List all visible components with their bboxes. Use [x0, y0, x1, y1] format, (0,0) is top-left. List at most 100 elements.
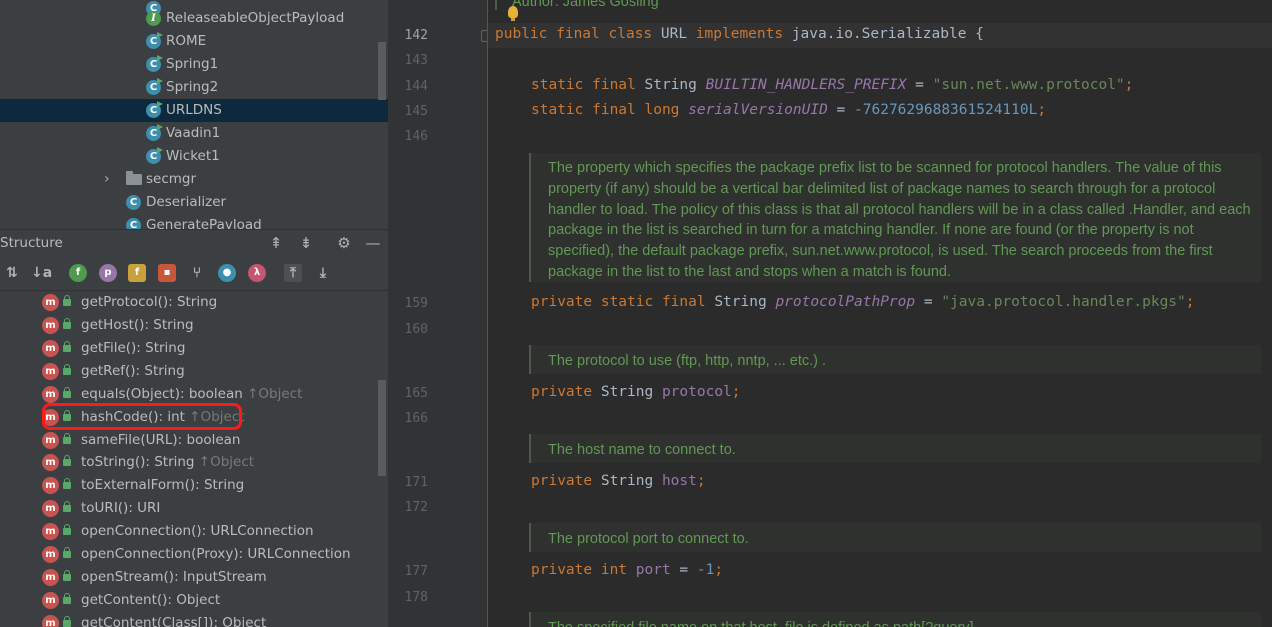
show-anonymous-icon[interactable]: ●: [218, 264, 236, 282]
tree-item-releaseableobjectpayload[interactable]: I ReleaseableObjectPayload: [0, 7, 388, 30]
javadoc-protocol: The protocol to use (ftp, http, nntp, ..…: [529, 345, 1261, 374]
line-number: 144: [404, 79, 428, 94]
line-number: 178: [404, 590, 428, 605]
tree-item-generatepayload[interactable]: C GeneratePayload: [0, 214, 388, 229]
list-item[interactable]: m openConnection(Proxy): URLConnection: [0, 543, 388, 566]
list-item[interactable]: m toExternalForm(): String: [0, 474, 388, 497]
method-icon: m: [42, 546, 59, 563]
list-item[interactable]: m getRef(): String: [0, 360, 388, 383]
chevron-right-icon[interactable]: ›: [104, 168, 110, 191]
show-fields-filter-icon[interactable]: f: [128, 264, 146, 282]
class-icon: C: [146, 78, 163, 95]
line-number: 159: [404, 296, 428, 311]
public-lock-icon: [63, 364, 71, 375]
class-icon: C: [146, 147, 163, 164]
tree-item-wicket1[interactable]: C Wicket1: [0, 145, 388, 168]
collapse-all-icon[interactable]: ⇟: [297, 234, 315, 252]
project-scrollbar[interactable]: [378, 42, 386, 100]
list-item[interactable]: m getContent(): Object: [0, 589, 388, 612]
method-icon: m: [42, 477, 59, 494]
method-icon: m: [42, 523, 59, 540]
public-lock-icon: [63, 387, 71, 398]
method-icon: m: [42, 294, 59, 311]
public-lock-icon: [63, 455, 71, 466]
line-number: 160: [404, 322, 428, 337]
list-item[interactable]: m getHost(): String: [0, 314, 388, 337]
structure-list: m getProtocol(): String m getHost(): Strin…: [0, 291, 388, 627]
method-icon: m: [42, 569, 59, 586]
tree-item-spring1[interactable]: C Spring1: [0, 53, 388, 76]
method-icon: m: [42, 317, 59, 334]
class-icon: C: [146, 101, 163, 118]
list-item[interactable]: m openStream(): InputStream: [0, 566, 388, 589]
list-item[interactable]: m getProtocol(): String: [0, 291, 388, 314]
gear-icon[interactable]: ⚙: [335, 234, 353, 252]
lightbulb-icon[interactable]: [508, 6, 518, 21]
list-item[interactable]: m getFile(): String: [0, 337, 388, 360]
tree-item-deserializer[interactable]: C Deserializer: [0, 191, 388, 214]
javadoc-protocol-path-prop: The property which specifies the package…: [529, 153, 1261, 282]
builtin-handlers-prefix-line: static final String BUILTIN_HANDLERS_PRE…: [531, 77, 1134, 93]
line-number: 143: [404, 53, 428, 68]
show-fields-icon[interactable]: f: [69, 264, 87, 282]
javadoc-host: The host name to connect to.: [529, 434, 1261, 463]
public-lock-icon: [63, 478, 71, 489]
public-lock-icon: [63, 501, 71, 512]
list-item[interactable]: m sameFile(URL): boolean: [0, 429, 388, 452]
code-editor[interactable]: Author: James Gosling public final class…: [488, 0, 1272, 627]
tree-item-urldns[interactable]: C URLDNS: [0, 99, 388, 122]
class-icon: C: [126, 195, 141, 210]
protocol-field-line: private String protocol;: [531, 384, 741, 400]
list-item[interactable]: m openConnection(): URLConnection: [0, 520, 388, 543]
structure-header: Structure ⇞ ⇟ ⚙ —: [0, 229, 388, 257]
tree-item-vaadin1[interactable]: C Vaadin1: [0, 122, 388, 145]
line-number: 165: [404, 386, 428, 401]
protocol-path-prop-line: private static final String protocolPath…: [531, 294, 1195, 310]
show-properties-icon[interactable]: p: [99, 264, 117, 282]
host-field-line: private String host;: [531, 473, 706, 489]
javadoc-file-partial: The specified file name on that host. fi…: [529, 612, 1261, 627]
method-icon: m: [42, 386, 59, 403]
line-number: 146: [404, 129, 428, 144]
structure-toolbar: ⇅ ↓a f p f ▪ ⑂ ● λ ⤒ ⤓: [0, 257, 388, 291]
structure-title: Structure: [0, 235, 63, 251]
interface-icon: I: [146, 11, 161, 26]
line-number: 172: [404, 500, 428, 515]
project-tree: C I ReleaseableObjectPayload C ROME C Sp…: [0, 0, 388, 229]
method-icon: m: [42, 592, 59, 609]
method-icon: m: [42, 454, 59, 471]
tree-item-spring2[interactable]: C Spring2: [0, 76, 388, 99]
show-inherited-icon[interactable]: ⑂: [188, 264, 206, 282]
list-item[interactable]: m toString(): String ↑Object: [0, 451, 388, 474]
javadoc-port: The protocol port to connect to.: [529, 523, 1261, 552]
expand-all-icon[interactable]: ⇞: [267, 234, 285, 252]
hashcode-highlight-annotation: [42, 403, 242, 430]
line-number: 171: [404, 475, 428, 490]
class-declaration: public final class URL implements java.i…: [495, 26, 984, 42]
class-icon: C: [126, 218, 141, 229]
method-icon: m: [42, 500, 59, 517]
list-item[interactable]: m toURI(): URI: [0, 497, 388, 520]
structure-scrollbar[interactable]: [378, 380, 386, 476]
list-item[interactable]: m getContent(Class[]): Object: [0, 612, 388, 627]
tree-item-secmgr[interactable]: › secmgr: [0, 168, 388, 191]
javadoc-author: Author: James Gosling: [495, 0, 659, 10]
autoscroll-to-source-icon[interactable]: ⤒: [284, 264, 302, 282]
line-number: 166: [404, 411, 428, 426]
method-icon: m: [42, 432, 59, 449]
sort-alphabetically-icon[interactable]: ↓a: [31, 264, 52, 282]
minimize-icon[interactable]: —: [364, 234, 382, 252]
public-lock-icon: [63, 341, 71, 352]
class-icon: C: [146, 55, 163, 72]
line-number: 177: [404, 564, 428, 579]
sort-by-type-icon[interactable]: ⇅: [3, 264, 21, 282]
public-lock-icon: [63, 547, 71, 558]
autoscroll-from-source-icon[interactable]: ⤓: [314, 264, 332, 282]
line-number: 145: [404, 104, 428, 119]
public-lock-icon: [63, 616, 71, 627]
tree-item-rome[interactable]: C ROME: [0, 30, 388, 53]
show-non-public-icon[interactable]: ▪: [158, 264, 176, 282]
method-icon: m: [42, 363, 59, 380]
public-lock-icon: [63, 318, 71, 329]
show-lambdas-icon[interactable]: λ: [248, 264, 266, 282]
